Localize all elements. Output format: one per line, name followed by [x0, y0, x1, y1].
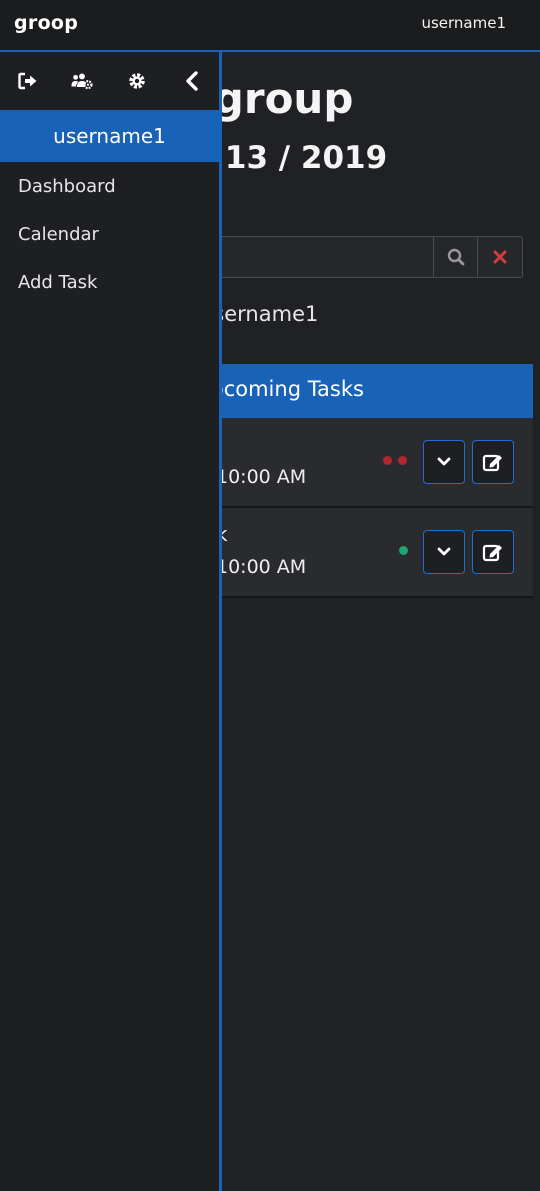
- edit-icon: [482, 454, 502, 472]
- chevron-down-icon: [437, 547, 451, 556]
- top-username[interactable]: username1: [421, 14, 506, 32]
- expand-task-button[interactable]: [423, 440, 465, 484]
- sidebar-item-add-task[interactable]: Add Task: [18, 272, 97, 293]
- expand-task-button[interactable]: [423, 530, 465, 574]
- priority-dot: [399, 546, 408, 555]
- task-time: 10:00 AM: [216, 466, 307, 488]
- sidebar: username1 Dashboard Calendar Add Task: [0, 52, 222, 1191]
- search-button[interactable]: [433, 236, 478, 278]
- logout-button[interactable]: [17, 70, 39, 92]
- gear-icon: [129, 73, 145, 89]
- sidebar-item-dashboard[interactable]: Dashboard: [18, 176, 116, 197]
- edit-task-button[interactable]: [472, 530, 514, 574]
- edit-icon: [482, 544, 502, 562]
- task-time: 10:00 AM: [216, 556, 307, 578]
- collapse-sidebar-button[interactable]: [181, 70, 203, 92]
- group-settings-button[interactable]: [71, 70, 93, 92]
- sidebar-username[interactable]: username1: [0, 110, 219, 162]
- chevron-left-icon: [186, 71, 198, 91]
- priority-dots: [383, 456, 407, 465]
- edit-task-button[interactable]: [472, 440, 514, 484]
- sidebar-toolbar: [0, 52, 219, 110]
- settings-button[interactable]: [126, 70, 148, 92]
- sidebar-item-calendar[interactable]: Calendar: [18, 224, 99, 245]
- brand-logo[interactable]: groop: [14, 12, 78, 34]
- close-icon: [493, 250, 507, 264]
- priority-dot: [398, 456, 407, 465]
- chevron-down-icon: [437, 457, 451, 466]
- clear-search-button[interactable]: [478, 236, 523, 278]
- priority-dot: [383, 456, 392, 465]
- search-icon: [447, 248, 464, 266]
- priority-dots: [399, 546, 408, 555]
- top-navbar: groop username1: [0, 0, 540, 52]
- users-cog-icon: [71, 73, 93, 90]
- sign-out-icon: [18, 72, 37, 90]
